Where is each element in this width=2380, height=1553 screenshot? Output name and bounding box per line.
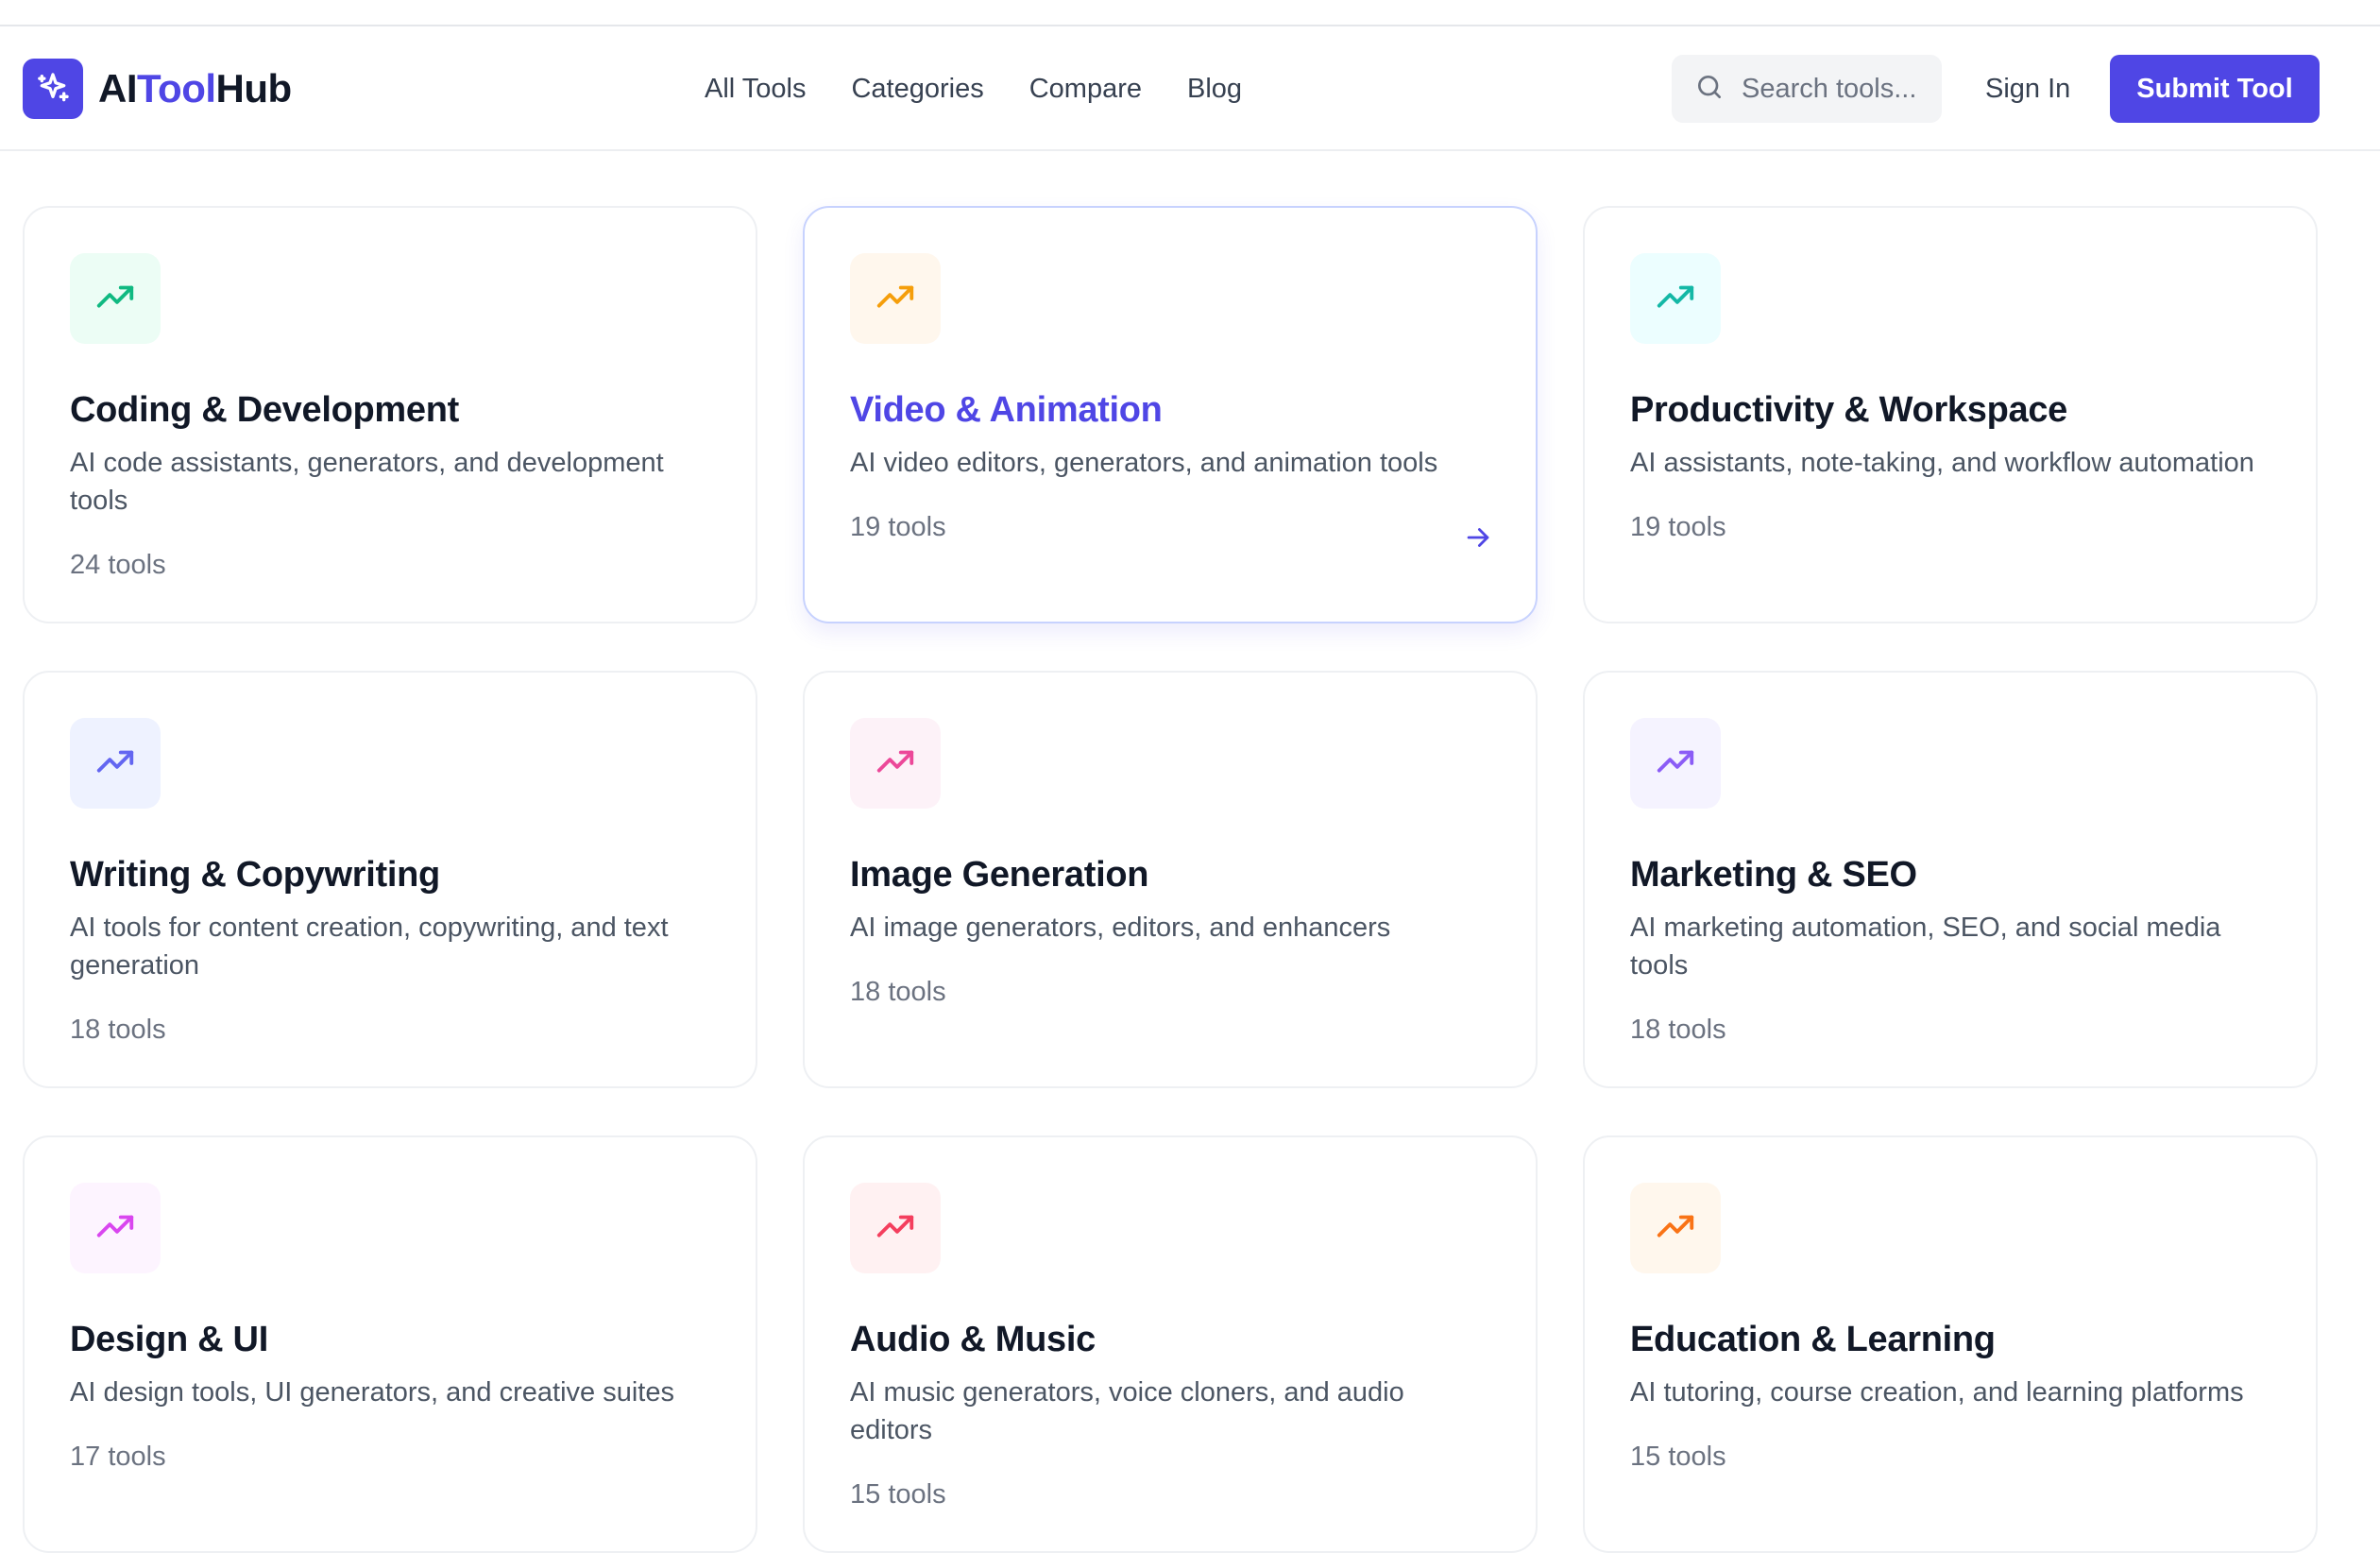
main-nav: All Tools Categories Compare Blog bbox=[705, 26, 1287, 151]
nav-categories[interactable]: Categories bbox=[851, 74, 983, 105]
category-card[interactable]: Marketing & SEO AI marketing automation,… bbox=[1583, 671, 2318, 1088]
category-description: AI tools for content creation, copywriti… bbox=[70, 912, 669, 981]
category-title: Productivity & Workspace bbox=[1630, 390, 2068, 430]
category-description: AI code assistants, generators, and deve… bbox=[70, 447, 664, 516]
category-description: AI image generators, editors, and enhanc… bbox=[850, 912, 1391, 943]
category-title: Coding & Development bbox=[70, 390, 460, 430]
trending-up-icon bbox=[70, 253, 161, 344]
tool-count: 17 tools bbox=[70, 1441, 166, 1472]
category-card[interactable]: Image Generation AI image generators, ed… bbox=[803, 671, 1538, 1088]
category-title: Image Generation bbox=[850, 855, 1149, 895]
submit-tool-button[interactable]: Submit Tool bbox=[2110, 55, 2320, 123]
trending-up-icon bbox=[850, 1183, 941, 1273]
category-title: Marketing & SEO bbox=[1630, 855, 1917, 895]
tool-count: 19 tools bbox=[1630, 511, 1726, 542]
search-box[interactable] bbox=[1672, 55, 1942, 123]
tool-count: 15 tools bbox=[850, 1478, 946, 1510]
category-title: Education & Learning bbox=[1630, 1320, 1996, 1359]
category-description: AI music generators, voice cloners, and … bbox=[850, 1376, 1404, 1445]
browser-top-bar bbox=[0, 0, 2380, 26]
tool-count: 18 tools bbox=[850, 976, 946, 1007]
sign-in-link[interactable]: Sign In bbox=[1985, 26, 2070, 151]
category-description: AI design tools, UI generators, and crea… bbox=[70, 1376, 674, 1408]
trending-up-icon bbox=[1630, 253, 1721, 344]
category-title: Audio & Music bbox=[850, 1320, 1096, 1359]
trending-up-icon bbox=[1630, 1183, 1721, 1273]
sparkles-icon bbox=[23, 59, 83, 119]
category-card[interactable]: Coding & Development AI code assistants,… bbox=[23, 206, 757, 623]
nav-all-tools[interactable]: All Tools bbox=[705, 74, 806, 105]
category-grid: Coding & Development AI code assistants,… bbox=[23, 206, 2318, 1553]
category-card[interactable]: Video & Animation AI video editors, gene… bbox=[803, 206, 1538, 623]
site-header: AIToolHub All Tools Categories Compare B… bbox=[0, 26, 2380, 151]
category-description: AI marketing automation, SEO, and social… bbox=[1630, 912, 2221, 981]
category-card[interactable]: Design & UI AI design tools, UI generato… bbox=[23, 1135, 757, 1553]
category-card[interactable]: Education & Learning AI tutoring, course… bbox=[1583, 1135, 2318, 1553]
nav-compare[interactable]: Compare bbox=[1029, 74, 1142, 105]
trending-up-icon bbox=[1630, 718, 1721, 809]
category-description: AI video editors, generators, and animat… bbox=[850, 447, 1438, 478]
tool-count: 15 tools bbox=[1630, 1441, 1726, 1472]
arrow-right-icon bbox=[1462, 521, 1494, 558]
logo-link[interactable]: AIToolHub bbox=[23, 59, 292, 119]
brand-name: AIToolHub bbox=[98, 66, 292, 111]
search-icon bbox=[1694, 72, 1725, 107]
category-title: Video & Animation bbox=[850, 390, 1163, 430]
tool-count: 18 tools bbox=[70, 1014, 166, 1045]
category-description: AI tutoring, course creation, and learni… bbox=[1630, 1376, 2244, 1408]
tool-count: 19 tools bbox=[850, 511, 946, 542]
trending-up-icon bbox=[70, 718, 161, 809]
trending-up-icon bbox=[70, 1183, 161, 1273]
nav-blog[interactable]: Blog bbox=[1187, 74, 1242, 105]
search-input[interactable] bbox=[1740, 72, 1942, 106]
tool-count: 24 tools bbox=[70, 549, 166, 580]
category-title: Writing & Copywriting bbox=[70, 855, 440, 895]
category-title: Design & UI bbox=[70, 1320, 268, 1359]
category-description: AI assistants, note-taking, and workflow… bbox=[1630, 447, 2254, 478]
category-card[interactable]: Writing & Copywriting AI tools for conte… bbox=[23, 671, 757, 1088]
trending-up-icon bbox=[850, 253, 941, 344]
category-card[interactable]: Audio & Music AI music generators, voice… bbox=[803, 1135, 1538, 1553]
tool-count: 18 tools bbox=[1630, 1014, 1726, 1045]
trending-up-icon bbox=[850, 718, 941, 809]
category-card[interactable]: Productivity & Workspace AI assistants, … bbox=[1583, 206, 2318, 623]
